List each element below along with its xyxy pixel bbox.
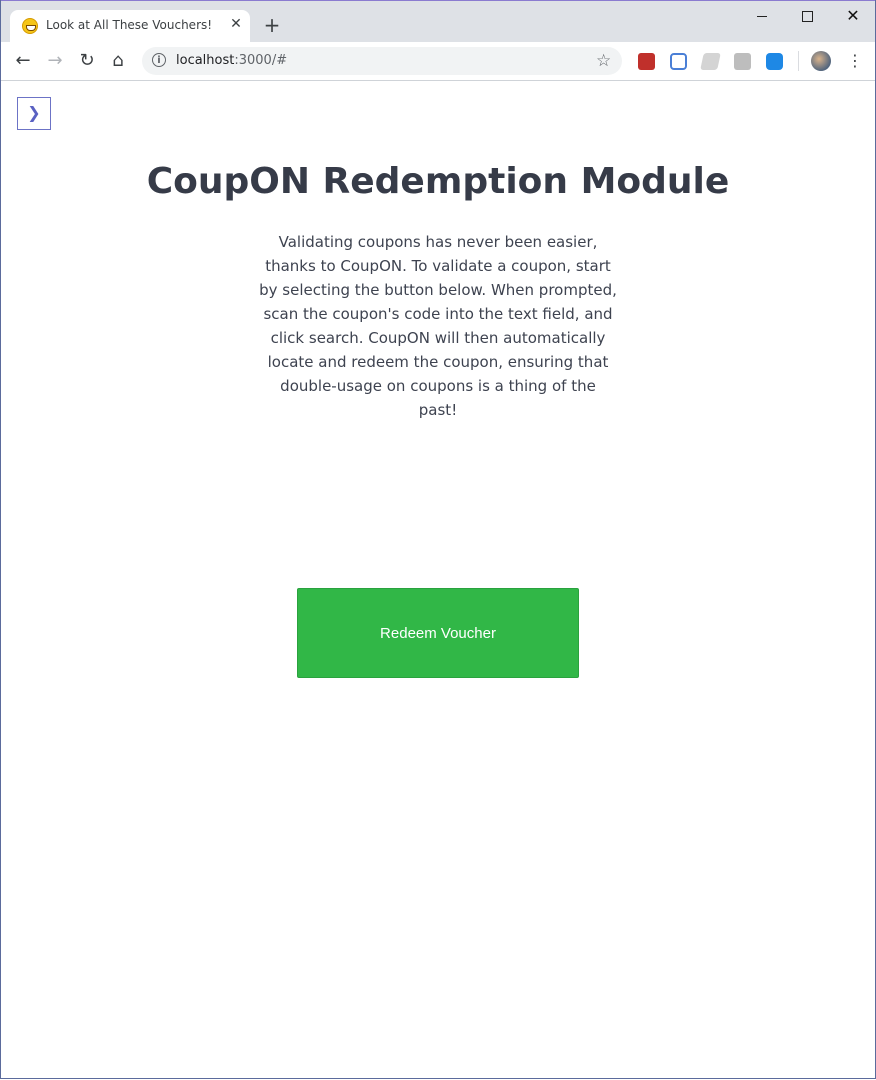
- sidebar-toggle-button[interactable]: ❯: [17, 97, 51, 130]
- back-arrow-icon[interactable]: ←: [13, 51, 33, 71]
- reload-icon[interactable]: ↻: [77, 51, 97, 71]
- url-text[interactable]: localhost:3000/#: [176, 53, 287, 68]
- bookmark-star-icon[interactable]: ☆: [596, 51, 611, 71]
- browser-toolbar: ← → ↻ ⌂ i localhost:3000/# ☆ ⋮: [1, 42, 875, 81]
- browser-menu-icon[interactable]: ⋮: [847, 51, 863, 71]
- page-content: ❯ CoupON Redemption Module Validating co…: [1, 81, 875, 1078]
- extension-blue-icon[interactable]: [766, 53, 783, 70]
- redeem-voucher-button[interactable]: Redeem Voucher: [297, 588, 579, 678]
- forward-arrow-icon[interactable]: →: [45, 51, 65, 71]
- extension-red-icon[interactable]: [638, 53, 655, 70]
- smiley-favicon-icon: [22, 18, 38, 34]
- browser-titlebar: Look at All These Vouchers! ✕ + ✕: [1, 1, 875, 43]
- home-icon[interactable]: ⌂: [108, 51, 128, 71]
- extension-image-icon[interactable]: [734, 53, 751, 70]
- maximize-icon[interactable]: [798, 8, 818, 26]
- profile-avatar[interactable]: [811, 51, 831, 71]
- page-title: CoupON Redemption Module: [146, 161, 730, 202]
- extension-grey-icon[interactable]: [700, 53, 721, 70]
- tab-title: Look at All These Vouchers!: [46, 18, 213, 32]
- url-host: localhost: [176, 53, 235, 68]
- address-bar[interactable]: i localhost:3000/# ☆: [142, 47, 622, 75]
- browser-tab[interactable]: Look at All These Vouchers! ✕: [10, 10, 250, 43]
- extension-blue-outline-icon[interactable]: [670, 53, 687, 70]
- toolbar-separator: [798, 51, 799, 71]
- intro-text: Validating coupons has never been easier…: [259, 233, 617, 419]
- minimize-icon[interactable]: [753, 8, 773, 26]
- info-icon[interactable]: i: [152, 53, 166, 67]
- window-close-icon[interactable]: ✕: [843, 8, 863, 26]
- tab-close-icon[interactable]: ✕: [228, 16, 244, 32]
- new-tab-icon[interactable]: +: [262, 15, 282, 35]
- url-path: :3000/#: [234, 53, 288, 68]
